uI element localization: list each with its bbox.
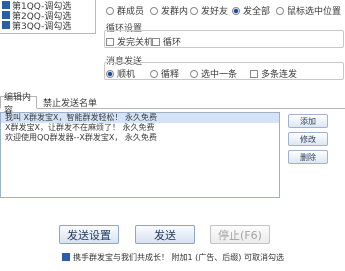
footer-checkbox[interactable] <box>62 253 70 261</box>
tab-blocked-list[interactable]: 禁止发送名单 <box>40 96 104 109</box>
send-mode-option-cycle[interactable]: 循释 <box>150 67 179 80</box>
send-settings-button[interactable]: 发送设置 <box>59 225 119 244</box>
radio-button[interactable] <box>276 6 284 15</box>
radio-label: 群成员 <box>117 7 145 17</box>
radio-button[interactable] <box>150 6 158 15</box>
tab-edit-content[interactable]: 编辑内容 <box>0 93 37 116</box>
radio-option-in-group[interactable]: 发群内 <box>150 4 188 17</box>
multi-send-option[interactable]: 多条连发 <box>250 67 297 80</box>
group-label: 第3QQ-调勾选 <box>12 21 72 32</box>
footer-label: 携手群发宝与我们共成长！ 附加1 (广告、后缀) 可取消勾选 <box>73 252 284 262</box>
radio-button[interactable] <box>150 69 158 78</box>
radio-button[interactable] <box>190 6 198 15</box>
radio-button[interactable] <box>106 6 114 15</box>
radio-label: 发全部 <box>243 7 271 17</box>
radio-option-mouse-position[interactable]: 鼠标选中位置 <box>276 4 341 17</box>
send-mode-option-selected[interactable]: 选中一条 <box>190 67 237 80</box>
radio-label: 顺机 <box>117 70 136 80</box>
add-message-button[interactable]: 添加 <box>288 114 328 128</box>
radio-button[interactable] <box>190 69 198 78</box>
edit-message-button[interactable]: 修改 <box>288 132 328 146</box>
group-checkbox[interactable] <box>2 11 10 19</box>
loop-checkbox[interactable] <box>152 37 160 46</box>
group-checkbox[interactable] <box>2 21 10 29</box>
shutdown-after-send-option[interactable]: 发完关机 <box>106 35 153 48</box>
radio-label: 选中一条 <box>201 70 238 80</box>
radio-option-all[interactable]: 发全部 <box>232 4 270 17</box>
message-list-item[interactable]: X群发宝X，让群发不在麻烦了！ 永久免费 <box>1 123 279 133</box>
send-button[interactable]: 发送 <box>135 225 195 244</box>
group-checkbox[interactable] <box>2 1 10 9</box>
qq-group-list[interactable]: 第1QQ-调勾选 第2QQ-调勾选 第3QQ-调勾选 <box>0 0 96 34</box>
send-mode-option-sequential[interactable]: 顺机 <box>106 67 135 80</box>
multi-send-checkbox[interactable] <box>250 69 258 78</box>
radio-option-group-members[interactable]: 群成员 <box>106 4 144 17</box>
loop-label: 循环 <box>163 38 182 48</box>
message-list-item[interactable]: 我叫 X群发宝X，智能群发轻松！ 永久免费 <box>1 113 279 123</box>
radio-label: 发群内 <box>161 7 189 17</box>
loop-option[interactable]: 循环 <box>152 35 181 48</box>
tab-label: 禁止发送名单 <box>43 99 98 109</box>
radio-label: 循释 <box>161 70 180 80</box>
tab-label: 编辑内容 <box>4 92 32 116</box>
stop-button[interactable]: 停止(F6) <box>210 225 270 244</box>
radio-button[interactable] <box>106 69 114 78</box>
delete-message-button[interactable]: 删除 <box>288 150 328 164</box>
multi-send-label: 多条连发 <box>261 70 298 80</box>
footer-option[interactable]: 携手群发宝与我们共成长！ 附加1 (广告、后缀) 可取消勾选 <box>62 251 284 263</box>
group-list-item[interactable]: 第3QQ-调勾选 <box>0 20 95 32</box>
message-list-item[interactable]: 欢迎使用QQ群发器--X群发宝X， 永久免费 <box>1 133 279 143</box>
radio-label: 发好友 <box>201 7 229 17</box>
shutdown-label: 发完关机 <box>117 38 154 48</box>
radio-option-friends[interactable]: 发好友 <box>190 4 228 17</box>
shutdown-checkbox[interactable] <box>106 37 114 46</box>
message-list[interactable]: 我叫 X群发宝X，智能群发轻松！ 永久免费 X群发宝X，让群发不在麻烦了！ 永久… <box>0 112 280 198</box>
radio-button[interactable] <box>232 6 240 15</box>
radio-label: 鼠标选中位置 <box>287 7 342 17</box>
